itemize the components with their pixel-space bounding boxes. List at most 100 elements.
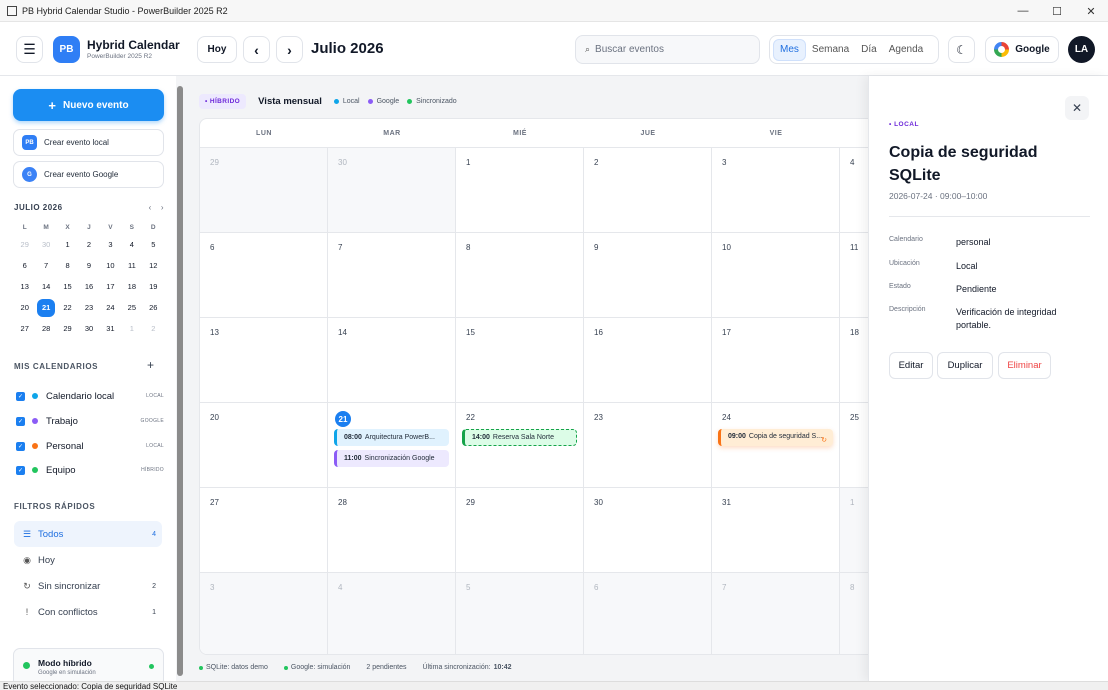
day-cell-today[interactable]: 21 08:00 Arquitectura PowerB... 11:00 Sincro…	[328, 402, 456, 487]
day-cell[interactable]: 13	[200, 317, 328, 402]
mini-day[interactable]: 2	[143, 318, 164, 339]
calendar-item[interactable]: ✓ Equipo HÍBRIDO	[16, 460, 164, 480]
view-tab-week[interactable]: Semana	[806, 39, 855, 61]
day-cell[interactable]: 20	[200, 402, 328, 487]
search-input[interactable]: ⌕ Buscar eventos	[575, 35, 760, 64]
mini-day[interactable]: 3	[100, 234, 121, 255]
new-event-button[interactable]: + Nuevo evento	[13, 89, 164, 121]
mini-day[interactable]: 1	[57, 234, 78, 255]
filter-all[interactable]: ☰ Todos 4	[14, 521, 162, 547]
event-chip[interactable]: 11:00 Sincronización Google	[334, 450, 449, 467]
mini-day[interactable]: 19	[143, 276, 164, 297]
day-cell[interactable]: 9	[584, 232, 712, 317]
day-cell[interactable]: 17	[712, 317, 840, 402]
mini-day[interactable]: 1	[121, 318, 142, 339]
day-cell[interactable]: 6	[200, 232, 328, 317]
minimize-icon[interactable]: —	[1006, 0, 1040, 22]
mini-day[interactable]: 28	[35, 318, 56, 339]
sidebar-scrollbar[interactable]	[176, 76, 186, 681]
mini-day[interactable]: 22	[57, 297, 78, 318]
day-cell[interactable]: 29	[200, 147, 328, 232]
mini-day[interactable]: 5	[143, 234, 164, 255]
mini-day[interactable]: 29	[14, 234, 35, 255]
mini-day[interactable]: 14	[35, 276, 56, 297]
sidebar-scroll-thumb[interactable]	[177, 86, 183, 676]
mini-day[interactable]: 16	[78, 276, 99, 297]
checkbox-icon[interactable]: ✓	[16, 465, 25, 475]
day-cell[interactable]: 14	[328, 317, 456, 402]
filter-unsynced[interactable]: ↻ Sin sincronizar 2	[14, 573, 162, 599]
next-month-button[interactable]: ›	[276, 36, 303, 63]
day-cell[interactable]: 15	[456, 317, 584, 402]
day-cell[interactable]: 7	[712, 572, 840, 654]
mini-day[interactable]: 12	[143, 255, 164, 276]
mini-day[interactable]: 17	[100, 276, 121, 297]
day-cell[interactable]: 6	[584, 572, 712, 654]
today-button[interactable]: Hoy	[197, 36, 237, 63]
filter-today[interactable]: ◉ Hoy	[14, 547, 162, 573]
mini-day[interactable]: 15	[57, 276, 78, 297]
event-chip[interactable]: 08:00 Arquitectura PowerB...	[334, 429, 449, 446]
event-chip[interactable]: 14:00 Reserva Sala Norte	[462, 429, 577, 446]
calendar-item[interactable]: ✓ Calendario local LOCAL	[16, 386, 164, 406]
mini-day[interactable]: 4	[121, 234, 142, 255]
close-panel-icon[interactable]: ✕	[1065, 96, 1089, 120]
view-tab-day[interactable]: Día	[855, 39, 883, 61]
mini-prev-icon[interactable]: ‹	[149, 203, 152, 212]
create-local-event-button[interactable]: PB Crear evento local	[13, 129, 164, 156]
mini-day-today[interactable]: 21	[35, 297, 56, 318]
mini-day[interactable]: 10	[100, 255, 121, 276]
day-cell[interactable]: 23	[584, 402, 712, 487]
mini-day[interactable]: 13	[14, 276, 35, 297]
close-window-icon[interactable]: ✕	[1074, 0, 1108, 22]
day-cell[interactable]: 30	[584, 487, 712, 572]
view-tab-month[interactable]: Mes	[773, 38, 806, 61]
create-google-event-button[interactable]: G Crear evento Google	[13, 161, 164, 188]
theme-toggle-icon[interactable]: ☾	[948, 36, 975, 63]
day-cell[interactable]: 2	[584, 147, 712, 232]
checkbox-icon[interactable]: ✓	[16, 416, 25, 426]
mini-next-icon[interactable]: ›	[161, 203, 164, 212]
day-cell[interactable]: 30	[328, 147, 456, 232]
day-cell[interactable]: 27	[200, 487, 328, 572]
day-cell[interactable]: 8	[456, 232, 584, 317]
add-calendar-icon[interactable]: +	[147, 358, 154, 372]
mini-day[interactable]: 25	[121, 297, 142, 318]
checkbox-icon[interactable]: ✓	[16, 441, 25, 451]
view-tab-agenda[interactable]: Agenda	[883, 39, 929, 61]
maximize-icon[interactable]: ☐	[1040, 0, 1074, 22]
calendar-item[interactable]: ✓ Trabajo GOOGLE	[16, 411, 164, 431]
filter-conflicts[interactable]: ! Con conflictos 1	[14, 599, 162, 625]
menu-icon[interactable]: ☰	[16, 36, 43, 63]
prev-month-button[interactable]: ‹	[243, 36, 270, 63]
google-account-button[interactable]: Google	[985, 36, 1059, 63]
mini-day[interactable]: 30	[35, 234, 56, 255]
mini-day[interactable]: 18	[121, 276, 142, 297]
day-cell[interactable]: 3	[712, 147, 840, 232]
day-cell[interactable]: 1	[456, 147, 584, 232]
mini-day[interactable]: 31	[100, 318, 121, 339]
mini-day[interactable]: 26	[143, 297, 164, 318]
checkbox-icon[interactable]: ✓	[16, 391, 25, 401]
day-cell[interactable]: 10	[712, 232, 840, 317]
day-cell[interactable]: 28	[328, 487, 456, 572]
mini-day[interactable]: 27	[14, 318, 35, 339]
day-cell[interactable]: 5	[456, 572, 584, 654]
day-cell[interactable]: 16	[584, 317, 712, 402]
event-chip[interactable]: 09:00 Copia de seguridad S... ↻	[718, 429, 833, 446]
delete-button[interactable]: Eliminar	[998, 352, 1051, 379]
mini-day[interactable]: 20	[14, 297, 35, 318]
edit-button[interactable]: Editar	[889, 352, 933, 379]
mini-day[interactable]: 7	[35, 255, 56, 276]
mini-day[interactable]: 24	[100, 297, 121, 318]
calendar-item[interactable]: ✓ Personal LOCAL	[16, 436, 164, 456]
day-cell[interactable]: 29	[456, 487, 584, 572]
day-cell[interactable]: 4	[328, 572, 456, 654]
mini-day[interactable]: 2	[78, 234, 99, 255]
day-cell[interactable]: 31	[712, 487, 840, 572]
mini-day[interactable]: 29	[57, 318, 78, 339]
duplicate-button[interactable]: Duplicar	[937, 352, 993, 379]
mini-day[interactable]: 6	[14, 255, 35, 276]
mini-day[interactable]: 9	[78, 255, 99, 276]
mini-day[interactable]: 30	[78, 318, 99, 339]
